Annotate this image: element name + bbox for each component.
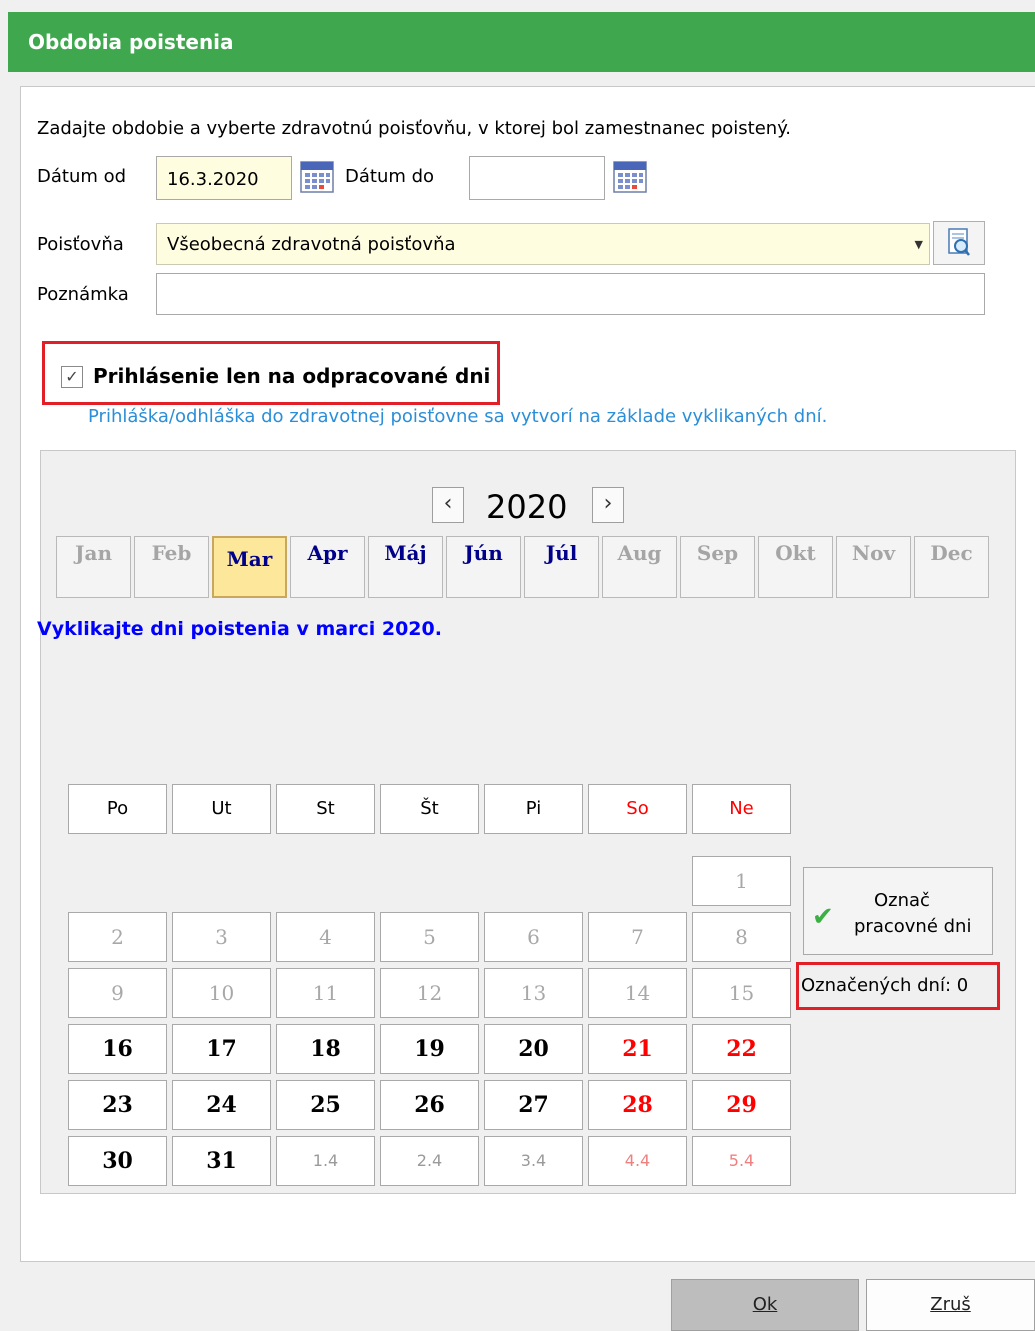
day-cell[interactable]: 23	[68, 1080, 167, 1130]
day-cell: 12	[380, 968, 479, 1018]
month-tab-12: Dec	[914, 536, 989, 598]
title-bar: Obdobia poistenia	[8, 12, 1035, 72]
marked-days-count-highlight: Označených dní: 0	[796, 962, 1000, 1010]
day-cell: 5	[380, 912, 479, 962]
cancel-button[interactable]: Zruš	[866, 1279, 1035, 1331]
month-tab-8: Aug	[602, 536, 677, 598]
month-tab-2: Feb	[134, 536, 209, 598]
date-to-calendar-icon[interactable]	[611, 157, 649, 195]
day-cell[interactable]: 31	[172, 1136, 271, 1186]
worked-days-checkbox-label[interactable]: Prihlásenie len na odpracované dni	[93, 364, 490, 388]
weekday-header-3: St	[276, 784, 375, 834]
month-tab-3[interactable]: Mar	[212, 536, 287, 598]
day-cell: 2	[68, 912, 167, 962]
day-cell[interactable]: 27	[484, 1080, 583, 1130]
day-cell: 7	[588, 912, 687, 962]
mark-working-days-label-1: Označ	[874, 890, 930, 911]
day-cell[interactable]: 29	[692, 1080, 791, 1130]
worked-days-checkbox[interactable]: ✓	[61, 366, 83, 388]
insurer-label: Poisťovňa	[37, 234, 124, 255]
checkmark-icon: ✔	[812, 902, 834, 932]
year-label: 2020	[486, 488, 568, 526]
date-to-input[interactable]	[469, 156, 605, 200]
day-cell: 11	[276, 968, 375, 1018]
note-label: Poznámka	[37, 284, 129, 305]
mark-working-days-label-2: pracovné dni	[854, 916, 972, 937]
prev-year-button[interactable]: ‹	[432, 487, 464, 523]
weekday-header-7: Ne	[692, 784, 791, 834]
day-cell: 6	[484, 912, 583, 962]
month-tab-5[interactable]: Máj	[368, 536, 443, 598]
month-tab-4[interactable]: Apr	[290, 536, 365, 598]
next-year-button[interactable]: ›	[592, 487, 624, 523]
day-cell[interactable]: 28	[588, 1080, 687, 1130]
cancel-button-label: Zruš	[930, 1294, 971, 1315]
insurer-value: Všeobecná zdravotná poisťovňa	[167, 234, 456, 255]
date-from-input[interactable]: 16.3.2020	[156, 156, 292, 200]
day-cell: 3	[172, 912, 271, 962]
day-cell: 8	[692, 912, 791, 962]
weekday-header-5: Pi	[484, 784, 583, 834]
month-tab-1: Jan	[56, 536, 131, 598]
day-cell: 3.4	[484, 1136, 583, 1186]
day-cell[interactable]: 21	[588, 1024, 687, 1074]
window-title: Obdobia poistenia	[28, 30, 234, 54]
month-tab-6[interactable]: Jún	[446, 536, 521, 598]
note-input[interactable]	[156, 273, 985, 315]
day-cell: 2.4	[380, 1136, 479, 1186]
day-cell[interactable]: 30	[68, 1136, 167, 1186]
calendar-message: Vyklikajte dni poistenia v marci 2020.	[37, 618, 442, 640]
day-cell[interactable]: 22	[692, 1024, 791, 1074]
day-cell: 13	[484, 968, 583, 1018]
weekday-header-4: Št	[380, 784, 479, 834]
day-cell: 4.4	[588, 1136, 687, 1186]
insurer-lookup-button[interactable]	[933, 221, 985, 265]
month-tab-11: Nov	[836, 536, 911, 598]
dropdown-arrow-icon[interactable]: ▼	[915, 238, 923, 251]
day-cell[interactable]: 26	[380, 1080, 479, 1130]
instruction-text: Zadajte obdobie a vyberte zdravotnú pois…	[37, 118, 792, 139]
mark-working-days-button[interactable]: ✔ Označ pracovné dni	[803, 867, 993, 955]
ok-button-label: Ok	[752, 1294, 778, 1315]
day-cell[interactable]: 24	[172, 1080, 271, 1130]
day-cell: 9	[68, 968, 167, 1018]
weekday-header-2: Ut	[172, 784, 271, 834]
month-tab-10: Okt	[758, 536, 833, 598]
day-cell[interactable]: 16	[68, 1024, 167, 1074]
day-cell[interactable]: 18	[276, 1024, 375, 1074]
day-cell[interactable]: 25	[276, 1080, 375, 1130]
day-cell: 1.4	[276, 1136, 375, 1186]
weekday-header-1: Po	[68, 784, 167, 834]
worked-days-hint: Prihláška/odhláška do zdravotnej poisťov…	[88, 406, 828, 427]
day-cell[interactable]: 17	[172, 1024, 271, 1074]
day-cell: 10	[172, 968, 271, 1018]
day-cell: 15	[692, 968, 791, 1018]
day-cell: 1	[692, 856, 791, 906]
day-cell: 5.4	[692, 1136, 791, 1186]
date-to-label: Dátum do	[345, 166, 435, 187]
date-from-label: Dátum od	[37, 166, 127, 187]
marked-days-count: Označených dní: 0	[801, 975, 969, 996]
document-search-icon	[948, 228, 970, 256]
day-cell[interactable]: 19	[380, 1024, 479, 1074]
month-tab-7[interactable]: Júl	[524, 536, 599, 598]
month-tab-9: Sep	[680, 536, 755, 598]
insurer-select[interactable]: Všeobecná zdravotná poisťovňa ▼	[156, 223, 930, 265]
day-cell: 14	[588, 968, 687, 1018]
ok-button[interactable]: Ok	[671, 1279, 859, 1331]
date-from-calendar-icon[interactable]	[298, 157, 336, 195]
worked-days-checkbox-highlight: ✓ Prihlásenie len na odpracované dni	[42, 341, 500, 405]
day-cell: 4	[276, 912, 375, 962]
day-cell[interactable]: 20	[484, 1024, 583, 1074]
weekday-header-6: So	[588, 784, 687, 834]
